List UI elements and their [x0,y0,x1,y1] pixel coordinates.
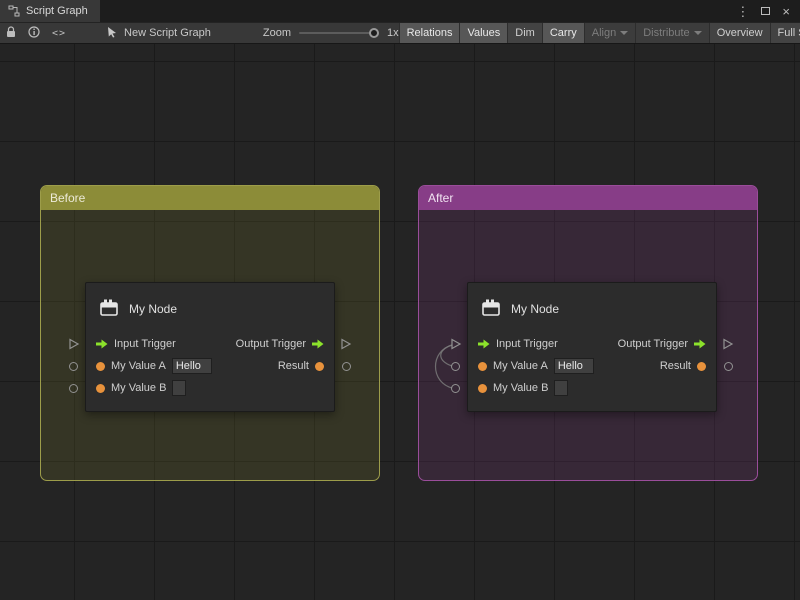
node-my-node-before[interactable]: My Node Input Trigger Output Trigger My … [85,282,335,412]
value-b-label: My Value B [111,382,166,394]
node-row-value-b: My Value B [86,377,334,399]
lock-button[interactable] [0,23,22,43]
outer-input-trigger-port[interactable] [450,338,462,353]
carry-button[interactable]: Carry [542,23,584,43]
graph-asset-icon [106,26,118,41]
value-a-field[interactable] [554,358,594,374]
node-row-trigger: Input Trigger Output Trigger [468,333,716,355]
code-view-button[interactable]: <> [46,23,72,43]
value-a-port-icon[interactable] [478,362,487,371]
graph-name-breadcrumb[interactable]: New Script Graph [106,26,211,41]
zoom-value: 1x [387,27,399,39]
result-label: Result [660,360,691,372]
outer-output-trigger-port[interactable] [722,338,734,353]
close-icon[interactable]: × [782,5,790,18]
align-dropdown[interactable]: Align [584,23,635,43]
outer-input-trigger-port[interactable] [68,338,80,353]
graph-canvas[interactable]: Before After [0,44,800,600]
chevron-down-icon [620,31,628,35]
graph-name-label: New Script Graph [124,27,211,39]
dim-button[interactable]: Dim [507,23,542,43]
values-button[interactable]: Values [459,23,507,43]
tab-bar: Script Graph ⋮ × [0,0,800,22]
node-row-trigger: Input Trigger Output Trigger [86,333,334,355]
input-trigger-port-icon[interactable] [96,339,108,349]
node-row-value-b: My Value B [468,377,716,399]
info-icon [28,26,40,41]
outer-result-port[interactable] [724,362,733,371]
outer-result-port[interactable] [342,362,351,371]
outer-value-a-port[interactable] [69,362,78,371]
outer-value-b-port[interactable] [451,384,460,393]
input-trigger-label: Input Trigger [496,338,558,350]
node-icon [98,297,120,322]
value-b-port-icon[interactable] [96,384,105,393]
node-title: My Node [511,302,559,316]
script-graph-window: Script Graph ⋮ × [0,0,800,600]
value-a-field[interactable] [172,358,212,374]
value-b-field[interactable] [554,380,568,396]
outer-value-b-port[interactable] [69,384,78,393]
node-header[interactable]: My Node [98,295,322,323]
group-before-label: Before [50,191,85,205]
value-a-label: My Value A [111,360,166,372]
zoom-slider[interactable] [299,32,379,34]
overview-button[interactable]: Overview [709,23,770,43]
zoom-control: Zoom 1x [263,27,399,39]
script-graph-icon [8,5,20,17]
node-row-value-a: My Value A Result [468,355,716,377]
output-trigger-port-icon[interactable] [694,339,706,349]
tab-title: Script Graph [26,5,88,17]
window-controls: ⋮ × [736,0,800,22]
distribute-dropdown[interactable]: Distribute [635,23,708,43]
input-trigger-label: Input Trigger [114,338,176,350]
chevron-down-icon [694,31,702,35]
inspect-button[interactable] [22,23,46,43]
value-b-label: My Value B [493,382,548,394]
node-row-value-a: My Value A Result [86,355,334,377]
zoom-slider-handle[interactable] [369,28,379,38]
maximize-icon[interactable] [761,7,770,15]
node-title: My Node [129,302,177,316]
node-my-node-after[interactable]: My Node Input Trigger Output Trigger My … [467,282,717,412]
node-icon [480,297,502,322]
output-trigger-port-icon[interactable] [312,339,324,349]
result-port-icon[interactable] [315,362,324,371]
tab-script-graph[interactable]: Script Graph [0,0,100,22]
outer-value-a-port[interactable] [451,362,460,371]
graph-toolbar: <> New Script Graph Zoom 1x Relations Va… [0,22,800,44]
relations-button[interactable]: Relations [399,23,460,43]
outer-output-trigger-port[interactable] [340,338,352,353]
output-trigger-label: Output Trigger [236,338,306,350]
result-port-icon[interactable] [697,362,706,371]
kebab-menu-icon[interactable]: ⋮ [736,5,749,18]
value-a-port-icon[interactable] [96,362,105,371]
group-after-header[interactable]: After [419,186,757,210]
node-header[interactable]: My Node [480,295,704,323]
group-after-label: After [428,191,453,205]
result-label: Result [278,360,309,372]
zoom-label: Zoom [263,27,291,39]
value-a-label: My Value A [493,360,548,372]
value-b-field[interactable] [172,380,186,396]
value-b-port-icon[interactable] [478,384,487,393]
fullscreen-button[interactable]: Full Scr [770,23,800,43]
lock-icon [6,26,16,41]
output-trigger-label: Output Trigger [618,338,688,350]
toolbar-buttons: Relations Values Dim Carry Align Distrib… [399,23,800,43]
code-icon: <> [52,28,66,39]
input-trigger-port-icon[interactable] [478,339,490,349]
group-before-header[interactable]: Before [41,186,379,210]
